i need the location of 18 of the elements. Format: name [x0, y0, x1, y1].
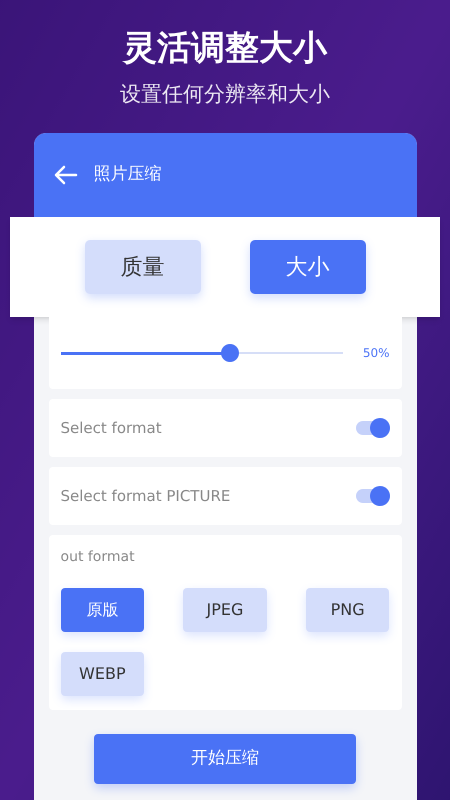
toggle-switch[interactable]	[356, 489, 390, 503]
toggle-switch[interactable]	[356, 421, 390, 435]
size-slider[interactable]	[60, 343, 343, 363]
mode-tab[interactable]: 大小	[250, 240, 366, 294]
toggle-label: Select format	[60, 418, 162, 439]
back-arrow-icon[interactable]	[54, 165, 78, 185]
slider-value: 50%	[362, 345, 390, 362]
format-option[interactable]: 原版	[60, 588, 144, 632]
format-title: out format	[60, 548, 136, 567]
format-option[interactable]: WEBP	[60, 652, 144, 696]
start-compress-button[interactable]: 开始压缩	[94, 734, 356, 784]
headline: 灵活调整大小	[123, 28, 327, 68]
app-bar-title: 照片压缩	[94, 163, 162, 186]
format-option[interactable]: JPEG	[183, 588, 267, 632]
format-option[interactable]: PNG	[306, 588, 390, 632]
toggle-label: Select format PICTURE	[60, 486, 230, 507]
mode-tab[interactable]: 质量	[84, 240, 200, 294]
subheadline: 设置任何分辨率和大小	[120, 81, 330, 108]
